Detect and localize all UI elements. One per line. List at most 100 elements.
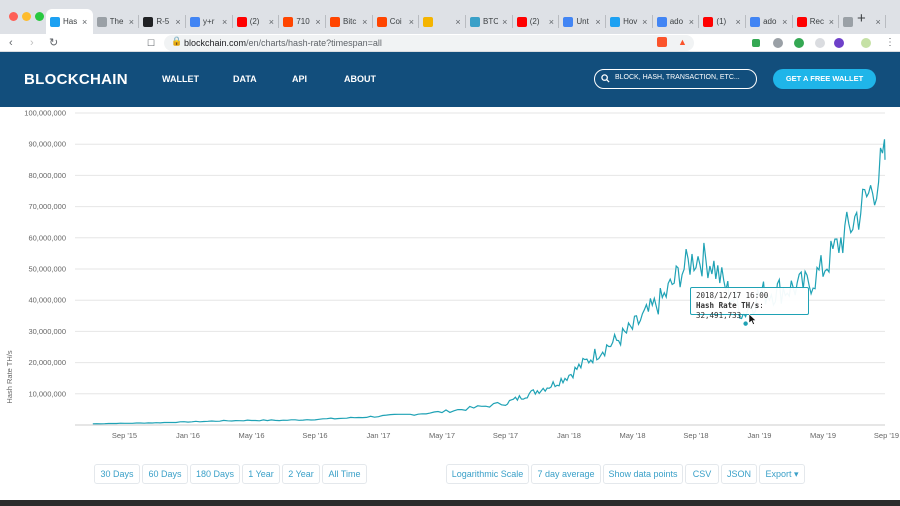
browser-tab[interactable]: R-5 × [139, 9, 186, 34]
close-window-button[interactable] [9, 12, 18, 21]
get-wallet-button[interactable]: GET A FREE WALLET [773, 69, 876, 89]
browser-tab[interactable]: Rec × [793, 9, 840, 34]
browser-tab[interactable]: × [419, 9, 466, 34]
lock-icon: 🔒 [171, 36, 183, 46]
browser-tab[interactable]: The × [93, 9, 140, 34]
browser-tab[interactable]: y+r × [186, 9, 233, 34]
extension-ghost-icon[interactable] [815, 38, 825, 48]
minimize-window-button[interactable] [22, 12, 31, 21]
x-tick-label: May '17 [429, 431, 455, 440]
site-search-input[interactable]: BLOCK, HASH, TRANSACTION, ETC... [594, 69, 757, 89]
timespan-30-days-button[interactable]: 30 Days [94, 464, 140, 484]
browser-tab[interactable]: (2) × [513, 9, 560, 34]
seven-day-average-toggle[interactable]: 7 day average [531, 464, 601, 484]
brave-rewards-icon[interactable]: ▲ [678, 37, 687, 47]
tab-favicon-icon [610, 16, 621, 27]
extension-green-icon[interactable] [794, 38, 804, 48]
tab-title: (2) [249, 17, 260, 26]
browser-tab[interactable]: Coi × [373, 9, 420, 34]
tab-title: BTC [483, 17, 498, 26]
x-tick-label: Sep '15 [112, 431, 137, 440]
new-tab-button[interactable]: + [857, 11, 866, 26]
brave-shield-icon[interactable] [657, 37, 667, 47]
x-tick-label: May '19 [810, 431, 836, 440]
address-bar[interactable]: 🔒 blockchain.com/en/charts/hash-rate?tim… [164, 35, 694, 51]
x-tick-label: Jan '19 [748, 431, 772, 440]
back-button[interactable]: ‹ [9, 35, 13, 51]
y-tick-label: 30,000,000 [28, 327, 66, 336]
tab-close-icon[interactable]: × [174, 17, 182, 27]
tab-close-icon[interactable]: × [734, 17, 742, 27]
browser-tab[interactable]: (2) × [233, 9, 280, 34]
tab-close-icon[interactable]: × [641, 17, 649, 27]
nav-api[interactable]: API [292, 74, 307, 84]
tab-title: Rec [809, 17, 824, 26]
timespan-2-year-button[interactable]: 2 Year [282, 464, 320, 484]
tab-close-icon[interactable]: × [221, 17, 229, 27]
tab-close-icon[interactable]: × [827, 17, 835, 27]
y-tick-label: 100,000,000 [24, 109, 66, 118]
browser-tab[interactable]: BTC × [466, 9, 513, 34]
extension-icon[interactable] [773, 38, 783, 48]
x-tick-label: May '18 [619, 431, 645, 440]
tab-close-icon[interactable]: × [407, 17, 415, 27]
nav-wallet[interactable]: WALLET [162, 74, 199, 84]
browser-toolbar: ‹ › ↻ ☐ 🔒 blockchain.com/en/charts/hash-… [0, 34, 900, 52]
browser-tab[interactable]: ado × [746, 9, 793, 34]
maximize-window-button[interactable] [35, 12, 44, 21]
tab-close-icon[interactable]: × [267, 17, 275, 27]
export-dropdown[interactable]: Export ▾ [759, 464, 805, 484]
profile-avatar[interactable] [861, 38, 871, 48]
browser-tab[interactable]: Hov × [606, 9, 653, 34]
tab-close-icon[interactable]: × [314, 17, 322, 27]
json-button[interactable]: JSON [721, 464, 757, 484]
x-tick-label: Sep '17 [493, 431, 518, 440]
bookmark-icon[interactable]: ☐ [147, 35, 155, 51]
nav-about[interactable]: ABOUT [344, 74, 376, 84]
tab-close-icon[interactable]: × [594, 17, 602, 27]
tab-close-icon[interactable]: × [127, 17, 135, 27]
browser-tab[interactable]: Has × [46, 9, 93, 34]
menu-icon[interactable]: ⋮ [885, 35, 895, 51]
browser-tab[interactable]: Unt × [559, 9, 606, 34]
tab-close-icon[interactable]: × [781, 17, 789, 27]
github-icon[interactable] [834, 38, 844, 48]
show-data-points-toggle[interactable]: Show data points [603, 464, 683, 484]
tab-close-icon[interactable]: × [454, 17, 462, 27]
timespan-1-year-button[interactable]: 1 Year [242, 464, 280, 484]
tab-title: 710 [296, 17, 310, 26]
hash-rate-chart: 10,000,000 20,000,000 30,000,000 40,000,000… [5, 109, 899, 441]
browser-tab[interactable]: Bitc × [326, 9, 373, 34]
tab-close-icon[interactable]: × [81, 17, 89, 27]
timespan-180-days-button[interactable]: 180 Days [190, 464, 240, 484]
blockchain-logo[interactable]: BLOCKCHAIN [24, 71, 128, 88]
extension-pen-icon[interactable] [752, 39, 760, 47]
tab-favicon-icon [423, 16, 434, 27]
forward-button[interactable]: › [30, 35, 34, 51]
tab-close-icon[interactable]: × [547, 17, 555, 27]
tab-title: Unt [576, 17, 589, 26]
browser-tab[interactable]: 710 × [279, 9, 326, 34]
x-tick-label: Sep '19 [874, 431, 899, 440]
logarithmic-scale-toggle[interactable]: Logarithmic Scale [446, 464, 529, 484]
tab-title: The [109, 17, 124, 26]
tab-close-icon[interactable]: × [361, 17, 369, 27]
tab-favicon-icon [376, 16, 387, 27]
timespan-all-time-button[interactable]: All Time [322, 464, 367, 484]
reload-icon[interactable]: ↻ [49, 35, 58, 51]
tab-close-icon[interactable]: × [501, 17, 509, 27]
search-placeholder: BLOCK, HASH, TRANSACTION, ETC... [615, 74, 740, 81]
timespan-60-days-button[interactable]: 60 Days [142, 464, 188, 484]
y-tick-label: 40,000,000 [28, 296, 66, 305]
tooltip-value: 32,491,733 [696, 311, 742, 320]
mouse-cursor-icon [749, 314, 757, 325]
tab-close-icon[interactable]: × [874, 17, 882, 27]
nav-data[interactable]: DATA [233, 74, 257, 84]
tab-close-icon[interactable]: × [687, 17, 695, 27]
hover-point [743, 321, 748, 326]
browser-tab[interactable]: (1) × [699, 9, 746, 34]
csv-button[interactable]: CSV [685, 464, 719, 484]
browser-tab[interactable]: ado × [653, 9, 700, 34]
browser-window: Has × The × R-5 × y+r × (2) × 710 × Bitc × Coi × × BTC × (2… [0, 0, 900, 506]
tab-title: Coi [389, 17, 402, 26]
